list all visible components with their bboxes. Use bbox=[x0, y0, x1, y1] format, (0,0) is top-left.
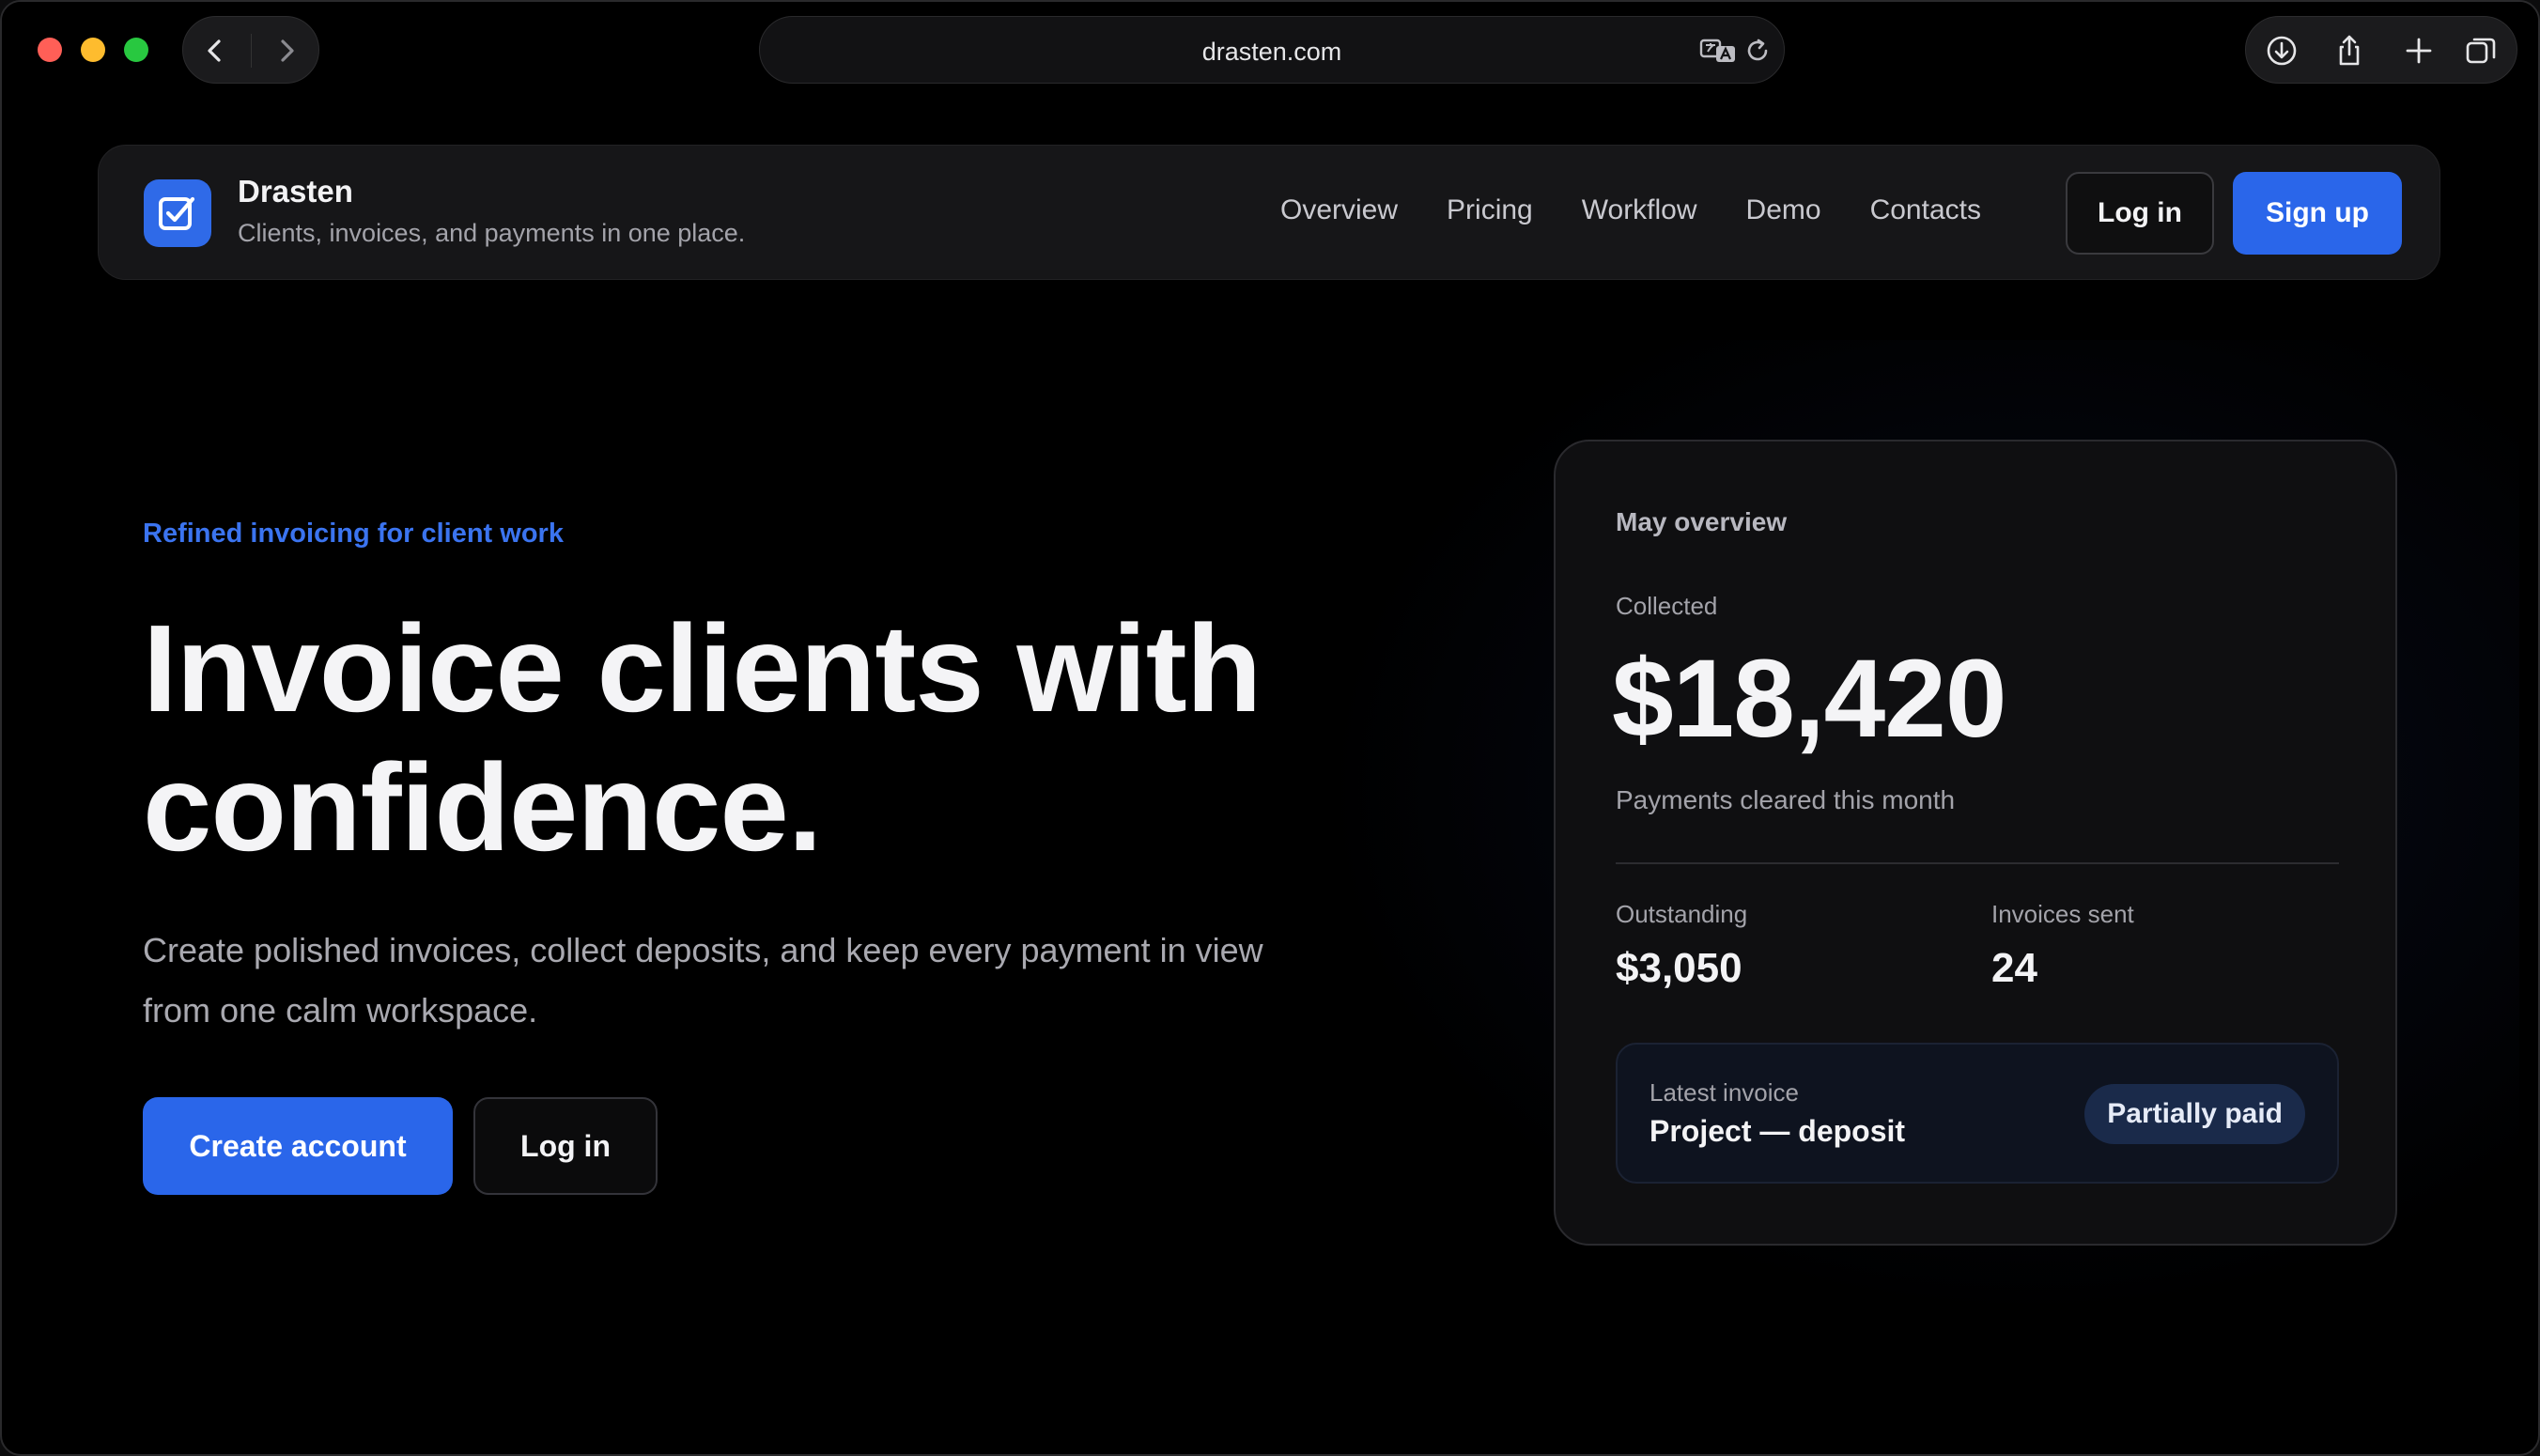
nav-separator bbox=[251, 34, 252, 68]
history-nav-group bbox=[182, 16, 319, 84]
hero-login-button[interactable]: Log in bbox=[473, 1097, 658, 1195]
collected-label: Collected bbox=[1616, 592, 1718, 620]
chevron-right-icon[interactable] bbox=[270, 34, 303, 68]
nav-link-contacts[interactable]: Contacts bbox=[1870, 194, 1981, 226]
create-account-button[interactable]: Create account bbox=[143, 1097, 453, 1195]
tabs-icon[interactable] bbox=[2464, 34, 2498, 68]
signup-button[interactable]: Sign up bbox=[2233, 172, 2402, 255]
hero-subtitle: Create polished invoices, collect deposi… bbox=[143, 931, 1263, 1030]
download-icon[interactable] bbox=[2265, 34, 2299, 68]
latest-invoice-label: Latest invoice bbox=[1649, 1078, 1799, 1107]
outstanding-value: $3,050 bbox=[1616, 945, 1742, 991]
collected-value: $18,420 bbox=[1612, 637, 2007, 761]
chevron-left-icon[interactable] bbox=[198, 34, 232, 68]
browser-toolbar: drasten.com bbox=[2, 2, 2538, 100]
main-nav: Overview Pricing Workflow Demo Contacts bbox=[1280, 194, 2030, 226]
reload-icon[interactable] bbox=[1742, 36, 1773, 66]
nav-link-workflow[interactable]: Workflow bbox=[1582, 194, 1697, 226]
nav-link-pricing[interactable]: Pricing bbox=[1447, 194, 1533, 226]
latest-invoice-name: Project — deposit bbox=[1649, 1114, 1906, 1148]
card-divider bbox=[1616, 862, 2339, 864]
invoices-sent-label: Invoices sent bbox=[1991, 900, 2134, 928]
brand-name[interactable]: Drasten bbox=[238, 174, 353, 209]
share-icon[interactable] bbox=[2332, 34, 2366, 68]
site-header: Drasten Clients, invoices, and payments … bbox=[98, 145, 2440, 280]
nav-link-overview[interactable]: Overview bbox=[1280, 194, 1398, 226]
url-text: drasten.com bbox=[1201, 38, 1342, 66]
plus-icon[interactable] bbox=[2402, 34, 2436, 68]
nav-link-demo[interactable]: Demo bbox=[1746, 194, 1821, 226]
latest-invoice-panel[interactable]: Latest invoice Project — deposit Partial… bbox=[1616, 1043, 2339, 1184]
invoices-sent-value: 24 bbox=[1991, 945, 2037, 991]
overview-card: May overview Collected $18,420 Payments … bbox=[1554, 440, 2397, 1246]
zoom-window-button[interactable] bbox=[124, 38, 148, 62]
browser-window: drasten.com Drasten Clients, invoices, a… bbox=[0, 0, 2540, 1456]
outstanding-label: Outstanding bbox=[1616, 900, 1748, 928]
hero-eyebrow: Refined invoicing for client work bbox=[143, 519, 564, 549]
translate-icon[interactable] bbox=[1699, 36, 1737, 66]
status-badge: Partially paid bbox=[2084, 1084, 2305, 1144]
card-title: May overview bbox=[1616, 507, 1788, 536]
address-bar[interactable]: drasten.com bbox=[759, 16, 1785, 84]
minimize-window-button[interactable] bbox=[81, 38, 105, 62]
browser-actions-group bbox=[2245, 16, 2517, 84]
brand-tagline: Clients, invoices, and payments in one p… bbox=[238, 219, 746, 247]
header-login-button[interactable]: Log in bbox=[2066, 172, 2214, 255]
collected-note: Payments cleared this month bbox=[1616, 785, 1956, 814]
checkbox-pen-icon[interactable] bbox=[144, 179, 211, 247]
close-window-button[interactable] bbox=[38, 38, 62, 62]
hero-title: Invoice clients with confidence. bbox=[143, 599, 1262, 876]
